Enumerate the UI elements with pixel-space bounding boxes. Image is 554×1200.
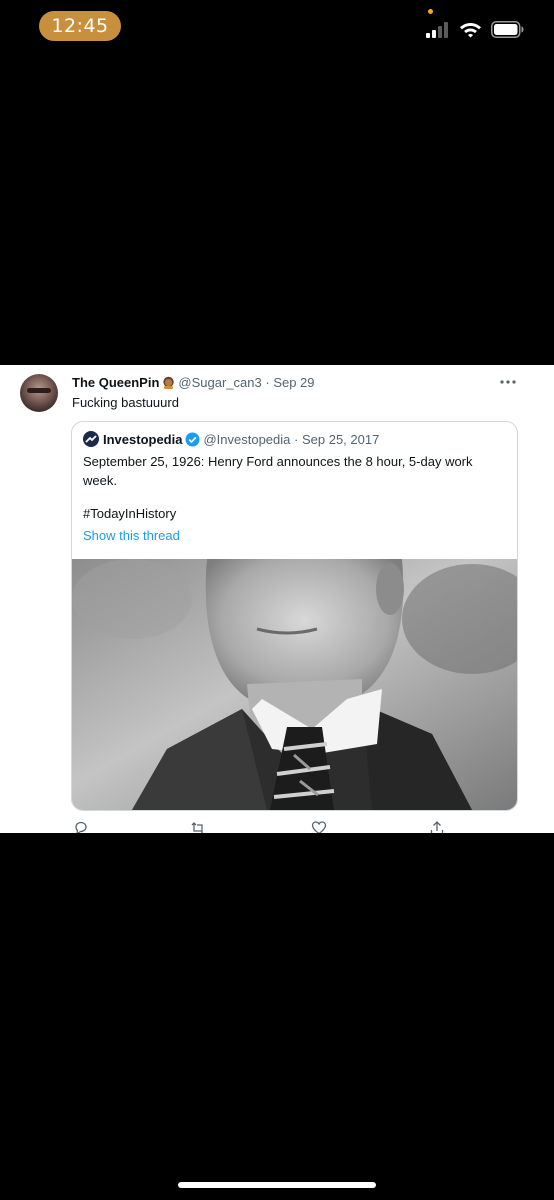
phone-screen: 12:45 The QueenPin @Sugar_can3 · Sep 29 bbox=[0, 0, 554, 1200]
author-name[interactable]: The QueenPin bbox=[72, 375, 159, 390]
privacy-indicator-dot bbox=[428, 9, 433, 14]
home-indicator[interactable] bbox=[178, 1182, 376, 1188]
quoted-author-handle[interactable]: @Investopedia bbox=[203, 432, 290, 447]
share-icon[interactable] bbox=[429, 820, 445, 833]
cellular-signal-icon bbox=[426, 21, 450, 38]
author-handle[interactable]: @Sugar_can3 bbox=[178, 375, 261, 390]
quoted-tweet-header: Investopedia @Investopedia · Sep 25, 201… bbox=[83, 431, 379, 449]
wifi-icon bbox=[460, 23, 481, 38]
portrait-photo[interactable] bbox=[72, 559, 517, 810]
retweet-icon[interactable] bbox=[190, 820, 206, 833]
avatar[interactable] bbox=[20, 374, 58, 412]
header-separator: · bbox=[265, 375, 270, 390]
quoted-tweet-date[interactable]: Sep 25, 2017 bbox=[302, 432, 379, 447]
investopedia-logo-icon bbox=[83, 431, 99, 447]
quoted-header-separator: · bbox=[294, 432, 299, 447]
verified-badge-icon bbox=[185, 432, 200, 447]
quoted-tweet-text: September 25, 1926: Henry Ford announces… bbox=[83, 454, 473, 488]
tweet-date[interactable]: Sep 29 bbox=[273, 375, 314, 390]
tweet-screenshot: The QueenPin @Sugar_can3 · Sep 29 Fuckin… bbox=[0, 365, 554, 833]
status-time[interactable]: 12:45 bbox=[39, 11, 121, 41]
battery-icon bbox=[491, 21, 524, 38]
quoted-tweet-card[interactable]: Investopedia @Investopedia · Sep 25, 201… bbox=[71, 421, 518, 811]
like-icon[interactable] bbox=[311, 820, 327, 833]
reply-icon[interactable] bbox=[73, 820, 89, 833]
quoted-author-name[interactable]: Investopedia bbox=[103, 432, 182, 447]
show-thread-link[interactable]: Show this thread bbox=[83, 526, 180, 545]
tweet-text: Fucking bastuuurd bbox=[72, 395, 179, 410]
more-options-icon[interactable] bbox=[499, 378, 517, 386]
emoji-icon bbox=[163, 376, 175, 389]
tweet-header: The QueenPin @Sugar_can3 · Sep 29 bbox=[72, 374, 315, 392]
hashtag-link[interactable]: #TodayInHistory bbox=[83, 504, 176, 523]
